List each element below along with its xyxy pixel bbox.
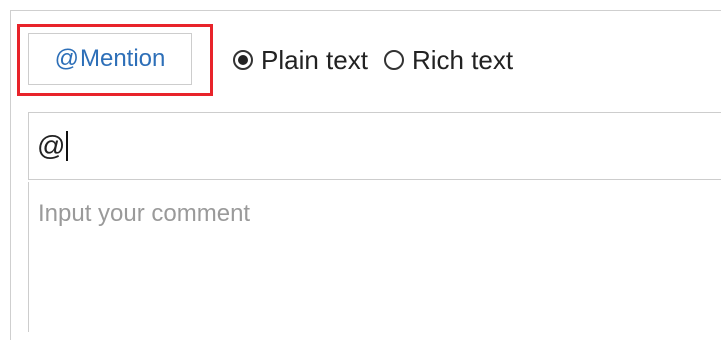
format-radio-group: Plain text Rich text — [233, 40, 513, 80]
mention-button[interactable]: @ Mention — [28, 33, 192, 85]
mention-button-label: Mention — [79, 45, 166, 72]
radio-unselected-icon[interactable] — [383, 50, 404, 70]
text-caret — [66, 131, 69, 161]
radio-selected-icon[interactable] — [233, 50, 253, 70]
radio-plain-text[interactable]: Plain text — [233, 45, 368, 76]
radio-rich-text[interactable]: Rich text — [383, 44, 514, 76]
radio-rich-text-label: Rich text — [411, 44, 514, 75]
radio-plain-text-label: Plain text — [261, 44, 368, 75]
mention-input-field[interactable]: @ — [28, 112, 721, 180]
comment-placeholder: Input your comment — [38, 200, 251, 227]
mention-input-value: @ — [37, 130, 66, 161]
comment-textarea[interactable]: Input your comment — [28, 182, 721, 332]
at-icon: @ — [54, 45, 79, 72]
